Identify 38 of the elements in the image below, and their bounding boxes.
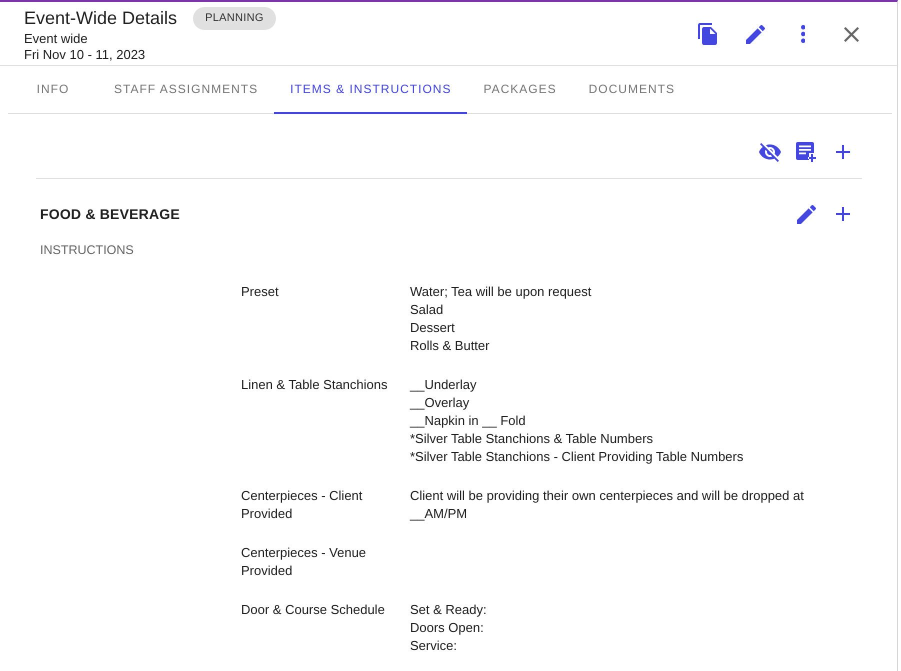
instruction-label: Centerpieces - Client Provided [241,488,362,521]
instruction-label: Door & Course Schedule [241,602,385,617]
instruction-value: Salad [410,301,444,319]
instruction-value: Water; Tea will be upon request [410,283,592,301]
event-subtitle: Event wide [24,31,89,47]
document-add-icon[interactable] [796,142,816,162]
instruction-value: __Overlay [410,394,470,412]
section-subtitle: INSTRUCTIONS [39,242,135,258]
tab[interactable]: DOCUMENTS [572,66,691,114]
instruction-value: __Napkin in __ Fold [410,412,526,430]
instruction-value: Rolls & Butter [410,337,490,355]
section-title: FOOD & BEVERAGE [40,206,180,222]
instruction-value: *Silver Table Stanchions & Table Numbers [410,430,654,448]
instruction-label: Preset [241,284,279,299]
instruction-value: Client will be providing their own centerpieces and will be dropped at __AM/PM [410,487,805,523]
edit-icon[interactable] [746,24,764,44]
copy-icon[interactable] [698,23,716,45]
add-icon[interactable] [836,145,850,159]
close-icon[interactable] [844,26,858,42]
instruction-label: Linen & Table Stanchions [241,377,388,392]
tab[interactable]: PACKAGES [467,66,573,114]
event-date: Fri Nov 10 - 11, 2023 [24,47,146,63]
instruction-value: Dessert [410,319,455,337]
instruction-value: Doors Open: [410,619,484,637]
instruction-value: *Silver Table Stanchions - Client Providing Table Numbers [410,448,744,466]
instruction-value: Set & Ready: [410,601,487,619]
window-title: Event-Wide Details [24,7,178,30]
tab[interactable]: STAFF ASSIGNMENTS [98,66,274,114]
instruction-value: __Underlay [410,376,476,394]
instruction-value: Service: [410,637,457,655]
tab[interactable]: ITEMS & INSTRUCTIONS [274,66,468,114]
status-badge: PLANNING [193,6,276,30]
add-icon[interactable] [836,207,850,221]
instruction-label: Centerpieces - Venue Provided [241,545,366,578]
edit-icon[interactable] [796,204,816,224]
more-icon[interactable] [800,25,806,43]
eye-slash-icon[interactable] [758,142,781,162]
tab[interactable]: INFO [8,66,98,114]
